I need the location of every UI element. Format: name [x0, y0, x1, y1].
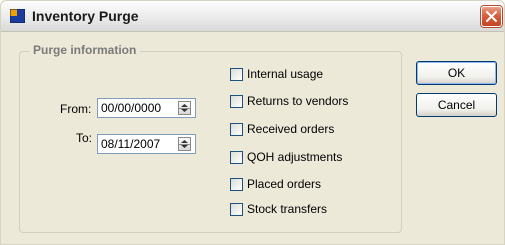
to-date-value: 08/11/2007	[101, 137, 161, 151]
close-button[interactable]	[481, 6, 502, 27]
ok-button[interactable]: OK	[416, 61, 497, 85]
checkbox-label: Placed orders	[247, 177, 322, 191]
to-date-field[interactable]: 08/11/2007	[97, 134, 196, 154]
dialog-window: Inventory Purge Purge information From: …	[0, 0, 505, 245]
checkbox-box[interactable]	[230, 178, 243, 191]
from-label: From:	[60, 102, 92, 116]
app-icon	[9, 8, 26, 24]
checkbox-label: Received orders	[247, 122, 335, 136]
window-title: Inventory Purge	[32, 8, 139, 24]
checkbox-label: QOH adjustments	[247, 150, 343, 164]
from-spin-updown-icon[interactable]	[178, 101, 191, 115]
checkbox-box[interactable]	[230, 151, 243, 164]
group-title: Purge information	[29, 43, 141, 57]
to-label: To:	[76, 131, 93, 145]
checkbox-box[interactable]	[230, 123, 243, 136]
checkbox-box[interactable]	[230, 203, 243, 216]
checkbox-box[interactable]	[230, 95, 243, 108]
checkbox-box[interactable]	[230, 68, 243, 81]
checkbox-label: Returns to vendors	[247, 94, 349, 108]
title-bar: Inventory Purge	[1, 1, 504, 32]
checkbox-label: Stock transfers	[247, 202, 328, 216]
from-date-field[interactable]: 00/00/0000	[97, 98, 196, 118]
to-spin-updown-icon[interactable]	[178, 137, 191, 151]
checkbox-label: Internal usage	[247, 67, 324, 81]
cancel-button[interactable]: Cancel	[416, 93, 497, 117]
from-date-value: 00/00/0000	[101, 101, 162, 115]
